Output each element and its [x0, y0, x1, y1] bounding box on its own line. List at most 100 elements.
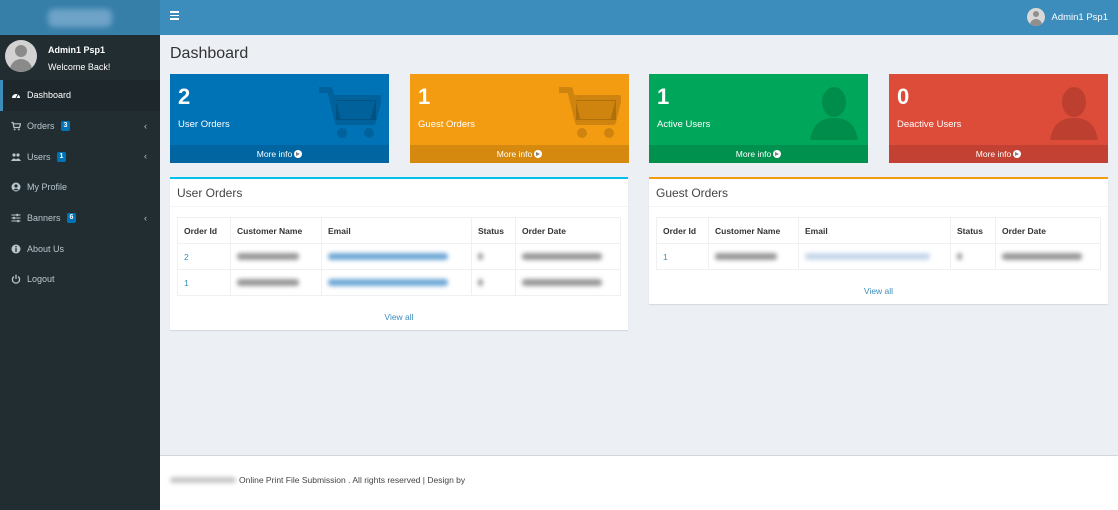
hamburger-menu-icon[interactable] [170, 11, 179, 20]
user-menu[interactable]: Admin1 Psp1 [1027, 8, 1108, 26]
arrow-circle-right-icon [534, 150, 543, 158]
redacted-email-link[interactable] [328, 278, 448, 286]
divider [649, 206, 1108, 207]
panel-title: User Orders [177, 186, 243, 200]
stat-label: Active Users [657, 119, 711, 130]
status-cell [950, 243, 996, 270]
guest-orders-table: Order Id Customer Name Email Status Orde… [656, 217, 1101, 270]
order-id-link[interactable]: 1 [663, 252, 668, 262]
logo-image [48, 8, 112, 27]
redacted-text [237, 278, 299, 286]
sidebar-item-about-us[interactable]: About Us [0, 233, 160, 264]
orders-count-badge: 3 [60, 121, 71, 132]
chevron-left-icon: ‹ [144, 120, 147, 131]
banners-count-badge: 6 [66, 213, 77, 224]
customer-name-cell [708, 243, 799, 270]
stat-label: User Orders [178, 119, 230, 130]
column-header: Order Date [515, 217, 621, 244]
status-cell [471, 243, 516, 270]
redacted-copyright [170, 477, 236, 483]
sidebar-item-banners[interactable]: Banners 6 ‹ [0, 203, 160, 234]
more-info-link[interactable]: More info [170, 145, 389, 163]
user-icon [810, 87, 858, 140]
more-info-label: More info [256, 149, 293, 159]
sidebar-item-label: Users [27, 151, 51, 162]
guest-orders-panel: Guest Orders Order Id Customer Name Emai… [649, 177, 1108, 304]
power-icon [11, 274, 21, 285]
order-id-cell: 1 [656, 243, 709, 270]
chevron-left-icon: ‹ [144, 212, 147, 223]
order-id-link[interactable]: 1 [184, 278, 189, 288]
avatar [1027, 8, 1046, 26]
arrow-circle-right-icon [773, 150, 782, 158]
divider [170, 206, 628, 207]
user-panel: Admin1 Psp1 Welcome Back! [0, 35, 160, 80]
redacted-email-link[interactable] [328, 252, 448, 260]
order-id-cell: 2 [177, 243, 231, 270]
column-header: Status [471, 217, 516, 244]
arrow-circle-right-icon [1013, 150, 1022, 158]
info-icon [11, 244, 21, 254]
column-header: Email [321, 217, 472, 244]
stat-box-user-orders: 2 User Orders More info [170, 74, 389, 163]
redacted-text [478, 278, 483, 286]
table-header-row: Order Id Customer Name Email Status Orde… [177, 217, 621, 244]
more-info-link[interactable]: More info [889, 145, 1108, 163]
sidebar-item-label: Orders [27, 121, 55, 132]
cart-icon [559, 87, 621, 138]
more-info-label: More info [975, 149, 1012, 159]
customer-name-cell [230, 243, 322, 270]
stat-value: 2 [178, 84, 191, 109]
stat-value: 0 [897, 84, 910, 109]
redacted-text [1002, 252, 1082, 260]
main-content: Dashboard 2 User Orders More info 1 Gues… [160, 35, 1118, 455]
footer-copyright-text: Online Print File Submission . All right… [239, 475, 466, 485]
more-info-link[interactable]: More info [649, 145, 868, 163]
column-header: Customer Name [708, 217, 799, 244]
top-navbar: Admin1 Psp1 [160, 0, 1118, 35]
user-icon [1050, 87, 1098, 140]
sliders-icon [11, 213, 21, 223]
page-title: Dashboard [170, 45, 249, 62]
chevron-left-icon: ‹ [144, 151, 147, 162]
sidebar-item-orders[interactable]: Orders 3 ‹ [0, 111, 160, 142]
more-info-label: More info [735, 149, 772, 159]
logo[interactable] [0, 0, 160, 35]
email-cell [321, 269, 472, 296]
column-header: Status [950, 217, 996, 244]
customer-name-cell [230, 269, 322, 296]
sidebar-item-label: Dashboard [27, 90, 72, 101]
stat-box-guest-orders: 1 Guest Orders More info [410, 74, 629, 163]
stat-box-deactive-users: 0 Deactive Users More info [889, 74, 1108, 163]
table-row: 1 [177, 269, 621, 296]
users-count-badge: 1 [56, 151, 67, 162]
redacted-email-link[interactable] [805, 252, 930, 260]
user-menu-name: Admin1 Psp1 [1051, 11, 1108, 23]
stat-box-active-users: 1 Active Users More info [649, 74, 868, 163]
table-row: 1 [656, 243, 1101, 270]
user-circle-icon [11, 182, 21, 192]
view-all-link[interactable]: View all [170, 312, 628, 322]
footer-text: Online Print File Submission . All right… [170, 475, 465, 485]
dashboard-icon [11, 90, 21, 100]
sidebar-item-my-profile[interactable]: My Profile [0, 172, 160, 203]
column-header: Order Date [995, 217, 1101, 244]
view-all-link[interactable]: View all [649, 286, 1108, 296]
status-cell [471, 269, 516, 296]
sidebar-item-users[interactable]: Users 1 ‹ [0, 141, 160, 172]
redacted-text [522, 278, 602, 286]
table-header-row: Order Id Customer Name Email Status Orde… [656, 217, 1101, 244]
sidebar-item-logout[interactable]: Logout [0, 264, 160, 295]
order-id-link[interactable]: 2 [184, 252, 189, 262]
sidebar-item-label: My Profile [27, 182, 68, 193]
order-date-cell [515, 243, 621, 270]
user-orders-panel: User Orders Order Id Customer Name Email… [170, 177, 628, 330]
column-header: Order Id [656, 217, 709, 244]
sidebar-avatar [5, 40, 37, 72]
sidebar-item-label: Logout [27, 274, 55, 285]
order-id-cell: 1 [177, 269, 231, 296]
redacted-text [478, 252, 483, 260]
sidebar-item-dashboard[interactable]: Dashboard [0, 80, 160, 111]
more-info-link[interactable]: More info [410, 145, 629, 163]
arrow-circle-right-icon [294, 150, 303, 158]
